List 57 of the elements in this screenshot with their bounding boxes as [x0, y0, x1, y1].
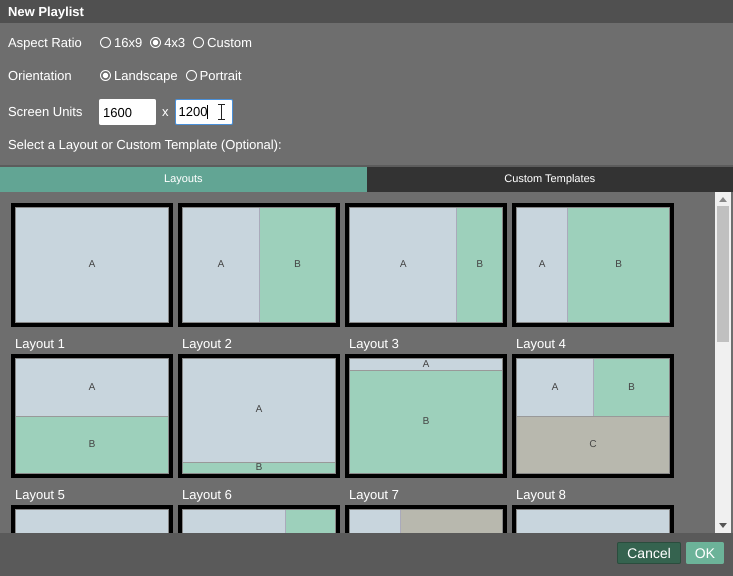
region-label: B — [615, 260, 622, 270]
radio-button[interactable] — [100, 37, 111, 48]
layout-thumbnail[interactable]: A B C — [512, 354, 674, 478]
region-label: C — [589, 440, 597, 450]
scroll-down-icon[interactable] — [719, 523, 727, 528]
layout-name: Layout 1 — [14, 335, 66, 353]
layout-thumbnail[interactable]: A — [11, 203, 173, 327]
region-label: B — [628, 382, 635, 392]
radio-label[interactable]: Landscape — [114, 66, 178, 86]
field-label: Orientation — [8, 66, 73, 85]
times-sign: x — [162, 103, 168, 122]
radio-label[interactable]: 4x3 — [164, 32, 186, 52]
radio-button[interactable] — [150, 37, 162, 48]
layout-thumbnail[interactable]: A B — [512, 203, 674, 327]
region-label: B — [88, 440, 96, 450]
text-cursor-icon — [218, 104, 226, 120]
layout-name: Layout 6 — [181, 486, 233, 504]
layout-thumbnail[interactable]: A B — [178, 354, 340, 478]
region-label: B — [294, 260, 301, 270]
radio-label[interactable]: Portrait — [200, 66, 242, 86]
layout-name: Layout 3 — [348, 335, 400, 353]
region-label: A — [538, 260, 546, 270]
width-field[interactable]: 1600 — [99, 99, 156, 125]
scroll-up-icon[interactable] — [719, 197, 727, 202]
scrollbar[interactable] — [715, 192, 731, 533]
region-label: A — [88, 260, 96, 270]
radio-button[interactable] — [100, 70, 111, 81]
region-label: A — [256, 405, 262, 416]
radio-label[interactable]: 16x9 — [114, 32, 142, 52]
layout-name: Layout 4 — [515, 335, 567, 353]
region-label: B — [256, 462, 262, 473]
field-label: Screen Units — [8, 103, 84, 122]
layout-name: Layout 5 — [14, 486, 66, 504]
radio-label[interactable]: Custom — [207, 32, 252, 52]
region-label: A — [88, 382, 96, 392]
region-label: A — [552, 382, 558, 392]
tab[interactable]: Custom Templates — [366, 167, 733, 192]
region-label: B — [422, 417, 430, 428]
layout-name: Layout 2 — [181, 335, 233, 353]
region-label: A — [400, 260, 407, 270]
layout-name: Layout 7 — [348, 486, 400, 504]
region-label: B — [476, 260, 484, 270]
instruction-text: Select a Layout or Custom Template (Optional): — [8, 136, 282, 154]
scrollbar-thumb[interactable] — [717, 206, 729, 342]
region-label: A — [422, 360, 430, 370]
cancel-button[interactable]: Cancel — [617, 542, 681, 564]
layout-thumbnail[interactable]: A B — [345, 354, 507, 478]
radio-button[interactable] — [193, 37, 204, 48]
layout-name: Layout 8 — [515, 486, 567, 504]
layout-thumbnail[interactable]: A B — [178, 203, 340, 327]
layout-thumbnail[interactable]: A B — [345, 203, 507, 327]
layout-thumbnail[interactable]: A B — [11, 354, 173, 478]
region-label: A — [218, 260, 224, 270]
window-title: New Playlist — [8, 2, 84, 21]
field-label: Aspect Ratio — [8, 34, 83, 52]
height-field[interactable]: 1200 — [174, 99, 232, 125]
radio-button[interactable] — [186, 70, 197, 81]
